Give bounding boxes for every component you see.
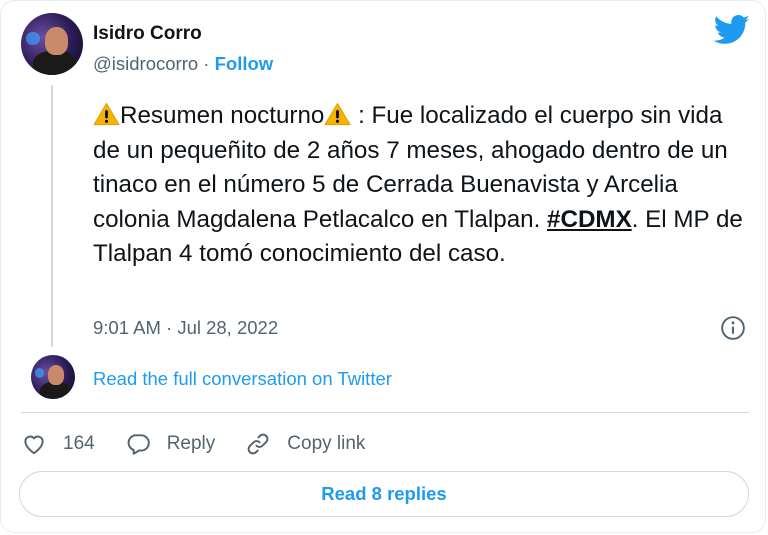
avatar-face xyxy=(44,26,69,56)
twitter-bird-icon[interactable] xyxy=(714,15,750,45)
meta-separator: · xyxy=(198,53,215,74)
link-icon xyxy=(247,433,269,455)
copy-link-button[interactable]: Copy link xyxy=(245,431,365,457)
read-replies-button[interactable]: Read 8 replies xyxy=(19,471,749,517)
tweet-timestamp[interactable]: 9:01 AM · Jul 28, 2022 xyxy=(93,317,278,339)
conversation-avatar[interactable] xyxy=(31,355,75,399)
thread-connector-line xyxy=(51,85,53,347)
warning-icon xyxy=(93,102,120,126)
avatar-light xyxy=(34,368,45,378)
warning-icon xyxy=(324,102,351,126)
reply-button[interactable]: Reply xyxy=(125,431,216,457)
heart-icon xyxy=(24,435,44,455)
author-avatar[interactable] xyxy=(21,13,83,75)
avatar-light xyxy=(25,31,40,46)
tweet-text-part1: Resumen nocturno xyxy=(120,102,325,129)
reply-label: Reply xyxy=(166,433,216,454)
author-name[interactable]: Isidro Corro xyxy=(93,23,202,45)
info-icon[interactable] xyxy=(720,315,746,341)
like-count: 164 xyxy=(63,433,95,454)
tweet-embed-card: Isidro Corro @isidrocorro · Follow Resum… xyxy=(0,0,766,533)
read-conversation-link[interactable]: Read the full conversation on Twitter xyxy=(93,368,392,390)
tweet-text: Resumen nocturno : Fue localizado el cue… xyxy=(93,99,743,272)
like-button[interactable]: 164 xyxy=(21,431,95,457)
copy-link-label: Copy link xyxy=(287,433,366,454)
action-bar: 164 Reply Copy link xyxy=(21,429,395,459)
follow-button[interactable]: Follow xyxy=(215,53,274,74)
hashtag-link[interactable]: #CDMX xyxy=(547,206,632,233)
avatar-face xyxy=(47,364,65,385)
author-meta: @isidrocorro · Follow xyxy=(93,53,273,75)
author-handle[interactable]: @isidrocorro xyxy=(93,53,198,74)
read-replies-label: Read 8 replies xyxy=(321,483,447,504)
divider xyxy=(21,412,749,413)
speech-bubble-icon xyxy=(127,434,150,455)
